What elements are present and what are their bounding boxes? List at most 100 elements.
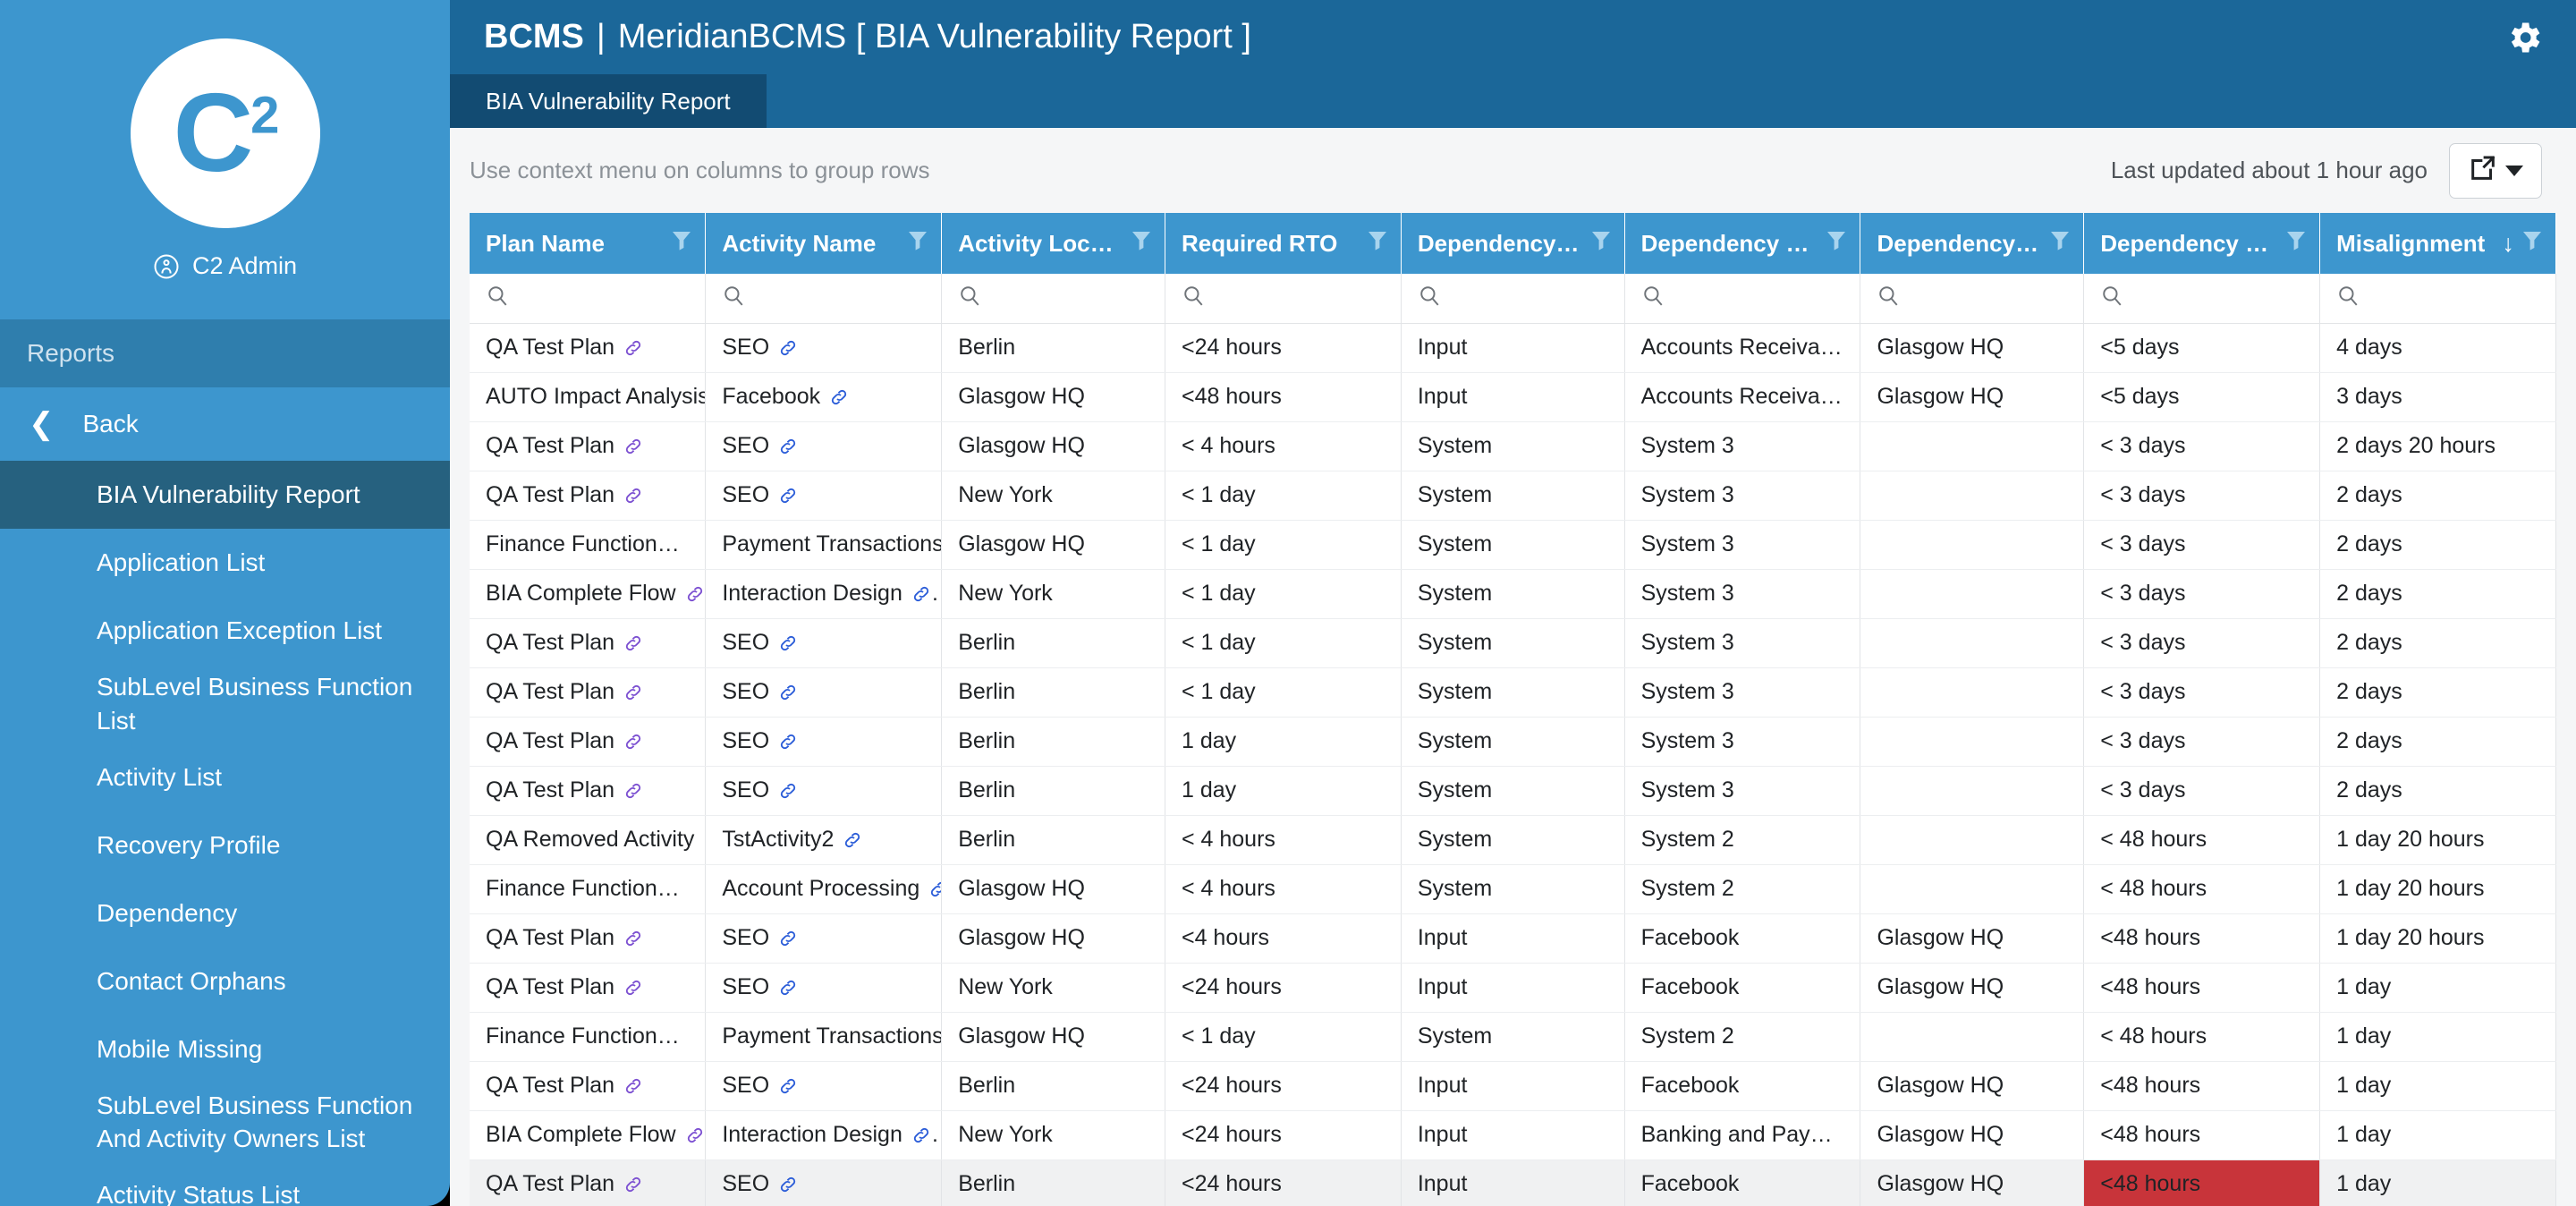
filter-icon[interactable] (671, 229, 692, 259)
link-icon[interactable] (778, 486, 798, 505)
cell-activity-name[interactable]: SEO (705, 766, 943, 816)
column-search-input[interactable] (1165, 274, 1402, 324)
table-row[interactable]: QA Test Plan SEO Berlin <24 hours Input Accou… (470, 323, 2556, 373)
link-icon[interactable] (778, 1175, 798, 1194)
link-icon[interactable] (685, 584, 705, 604)
search-icon[interactable] (1877, 284, 1900, 313)
column-search-input[interactable] (470, 274, 707, 324)
filter-icon[interactable] (1367, 229, 1388, 259)
current-user[interactable]: C2 Admin (0, 252, 450, 280)
link-icon[interactable] (623, 683, 643, 702)
sidebar-item-activity-list[interactable]: Activity List (0, 743, 450, 811)
sidebar-item-contact-orphans[interactable]: Contact Orphans (0, 947, 450, 1015)
cell-plan-name[interactable]: AUTO Impact Analysis (470, 372, 707, 422)
cell-plan-name[interactable]: QA Test Plan (470, 667, 707, 718)
table-row[interactable]: Finance Functional Pla... Payment Transac… (470, 520, 2556, 570)
link-icon[interactable] (623, 486, 643, 505)
cell-plan-name[interactable]: QA Removed Activity (470, 815, 707, 865)
sort-descending-icon[interactable]: ↓ (2503, 231, 2515, 256)
table-row[interactable]: Finance Functional Pla... Payment Transac… (470, 1012, 2556, 1062)
filter-icon[interactable] (1131, 229, 1152, 259)
table-row[interactable]: Finance Functional Pla... Account Process… (470, 864, 2556, 914)
search-icon[interactable] (722, 284, 745, 313)
search-icon[interactable] (2100, 284, 2123, 313)
table-row[interactable]: QA Removed Activity TstActivity2 Berlin < 4… (470, 815, 2556, 865)
table-row[interactable]: QA Test Plan SEO Berlin <24 hours Input Faceb… (470, 1061, 2556, 1111)
cell-activity-name[interactable]: TstActivity2 (705, 815, 943, 865)
cell-activity-name[interactable]: SEO (705, 913, 943, 964)
table-row[interactable]: QA Test Plan SEO Berlin <24 hours Input Faceb… (470, 1159, 2556, 1206)
link-icon[interactable] (623, 633, 643, 653)
link-icon[interactable] (778, 929, 798, 948)
link-icon[interactable] (778, 978, 798, 998)
column-search-input[interactable] (2319, 274, 2556, 324)
cell-plan-name[interactable]: BIA Complete Flow (470, 569, 707, 619)
cell-activity-name[interactable]: SEO (705, 323, 943, 373)
search-icon[interactable] (958, 284, 981, 313)
column-header-dependency-rto[interactable]: Dependency RTO ... (2083, 213, 2321, 274)
column-header-dependency-type[interactable]: Dependency Type (1401, 213, 1625, 274)
sidebar-item-sublevel-business-function-and-activity-owners-list[interactable]: SubLevel Business Function And Activity … (0, 1083, 450, 1162)
table-row[interactable]: QA Test Plan SEO Berlin < 1 day System System… (470, 618, 2556, 668)
column-search-input[interactable] (941, 274, 1165, 324)
cell-activity-name[interactable]: SEO (705, 667, 943, 718)
link-icon[interactable] (928, 879, 941, 899)
cell-plan-name[interactable]: QA Test Plan (470, 618, 707, 668)
search-icon[interactable] (1641, 284, 1665, 313)
link-icon[interactable] (623, 929, 643, 948)
link-icon[interactable] (911, 1125, 931, 1145)
column-search-input[interactable] (2083, 274, 2321, 324)
table-row[interactable]: QA Test Plan SEO New York <24 hours Input Fac… (470, 963, 2556, 1013)
filter-icon[interactable] (1826, 229, 1847, 259)
sidebar-item-dependency[interactable]: Dependency (0, 879, 450, 947)
filter-icon[interactable] (2285, 229, 2307, 259)
table-row[interactable]: AUTO Impact Analysis Facebook Glasgow HQ <4… (470, 372, 2556, 422)
column-search-input[interactable] (1860, 274, 2085, 324)
cell-activity-name[interactable]: SEO (705, 1159, 943, 1206)
tab-bia-vulnerability-report[interactable]: BIA Vulnerability Report (450, 74, 767, 128)
cell-plan-name[interactable]: QA Test Plan (470, 963, 707, 1013)
link-icon[interactable] (778, 683, 798, 702)
link-icon[interactable] (778, 1076, 798, 1096)
link-icon[interactable] (778, 732, 798, 752)
link-icon[interactable] (911, 584, 931, 604)
column-header-activity-location[interactable]: Activity Location (941, 213, 1165, 274)
link-icon[interactable] (843, 830, 862, 850)
column-header-dependency-loca[interactable]: Dependency Loca... (1860, 213, 2085, 274)
cell-plan-name[interactable]: QA Test Plan (470, 421, 707, 471)
column-header-activity-name[interactable]: Activity Name (705, 213, 943, 274)
cell-activity-name[interactable]: SEO (705, 717, 943, 767)
link-icon[interactable] (623, 338, 643, 358)
filter-icon[interactable] (1590, 229, 1612, 259)
link-icon[interactable] (778, 437, 798, 456)
cell-plan-name[interactable]: QA Test Plan (470, 1061, 707, 1111)
cell-activity-name[interactable]: Account Processing (705, 864, 943, 914)
cell-plan-name[interactable]: BIA Complete Flow (470, 1110, 707, 1160)
column-header-plan-name[interactable]: Plan Name (470, 213, 707, 274)
search-icon[interactable] (1182, 284, 1205, 313)
table-row[interactable]: QA Test Plan SEO Berlin 1 day System System 3… (470, 766, 2556, 816)
cell-activity-name[interactable]: Facebook (705, 372, 943, 422)
link-icon[interactable] (623, 1076, 643, 1096)
link-icon[interactable] (623, 978, 643, 998)
link-icon[interactable] (685, 1125, 705, 1145)
cell-plan-name[interactable]: QA Test Plan (470, 1159, 707, 1206)
table-row[interactable]: QA Test Plan SEO Glasgow HQ <4 hours Input Fa… (470, 913, 2556, 964)
link-icon[interactable] (623, 781, 643, 801)
search-icon[interactable] (486, 284, 509, 313)
link-icon[interactable] (778, 633, 798, 653)
link-icon[interactable] (623, 732, 643, 752)
cell-activity-name[interactable]: SEO (705, 421, 943, 471)
cell-plan-name[interactable]: QA Test Plan (470, 766, 707, 816)
column-search-input[interactable] (705, 274, 943, 324)
table-row[interactable]: QA Test Plan SEO Glasgow HQ < 4 hours System… (470, 421, 2556, 471)
cell-activity-name[interactable]: Payment Transactions (705, 1012, 943, 1062)
sidebar-back-button[interactable]: ❮ Back (0, 387, 450, 461)
link-icon[interactable] (778, 781, 798, 801)
cell-activity-name[interactable]: SEO (705, 471, 943, 521)
cell-activity-name[interactable]: Interaction Design (705, 569, 943, 619)
column-header-required-rto[interactable]: Required RTO (1165, 213, 1402, 274)
sidebar-item-sublevel-business-function-list[interactable]: SubLevel Business Function List (0, 665, 450, 743)
data-grid-container[interactable]: Plan Name Activity Name Activity Location R… (470, 213, 2556, 1206)
link-icon[interactable] (778, 338, 798, 358)
